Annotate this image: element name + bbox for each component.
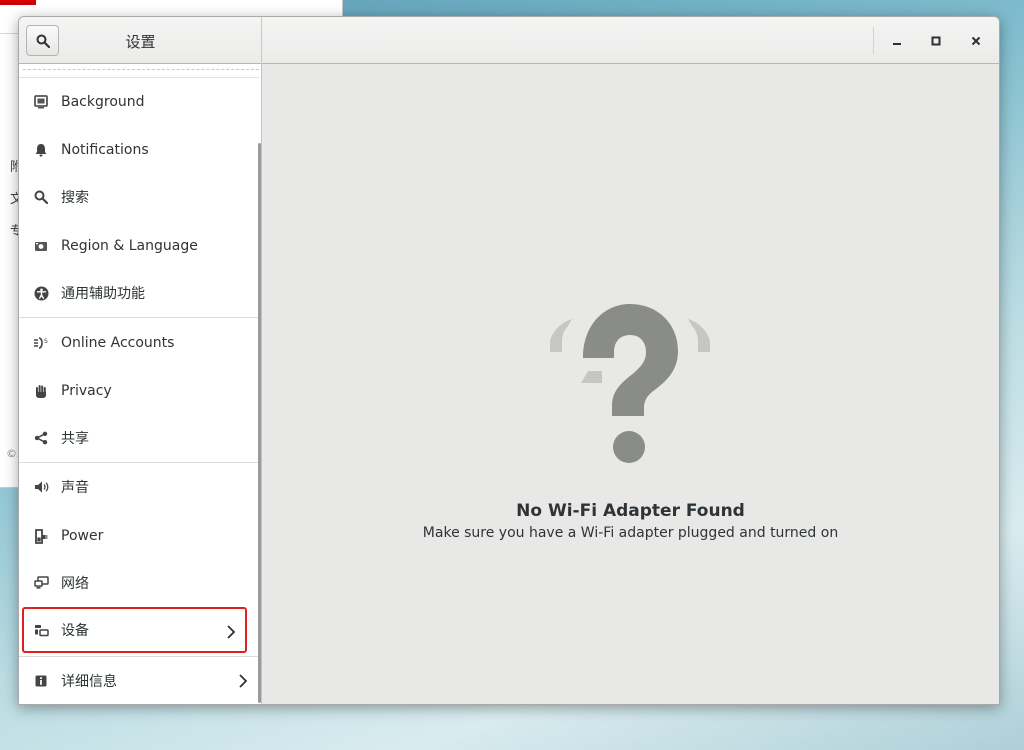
header-separator: [873, 27, 874, 54]
sidebar-item-label: Power: [61, 528, 104, 544]
minimize-icon: [893, 43, 901, 45]
chevron-right-icon: [227, 625, 236, 639]
speaker-icon: [33, 479, 49, 495]
window-title: 设置: [125, 33, 156, 51]
sidebar-item-label: 共享: [61, 431, 89, 447]
main-content: No Wi-Fi Adapter Found Make sure you hav…: [262, 64, 999, 704]
empty-state-title: No Wi-Fi Adapter Found: [516, 501, 745, 521]
network-icon: [33, 575, 49, 591]
header-bar: 设置: [19, 17, 999, 64]
sidebar-item-background[interactable]: Background: [19, 79, 257, 125]
sidebar-divider: [19, 462, 259, 463]
devices-icon: [33, 622, 49, 638]
sidebar-item-label: 详细信息: [61, 674, 117, 690]
share-icon: [33, 430, 49, 446]
sidebar-item-label: 声音: [61, 480, 89, 496]
sidebar-item-power[interactable]: Power: [19, 513, 257, 559]
sidebar-item-label: Background: [61, 94, 145, 110]
sidebar-item-online-accounts[interactable]: S Online Accounts: [19, 320, 257, 366]
sidebar-item-sharing[interactable]: 共享: [19, 415, 257, 461]
background-icon: [33, 94, 49, 110]
bell-icon: [33, 142, 49, 158]
sidebar-item-label: 通用辅助功能: [61, 286, 145, 302]
sidebar-item-search[interactable]: 搜索: [19, 174, 257, 220]
sidebar-scroll-edge: [23, 69, 259, 70]
empty-state-subtitle: Make sure you have a Wi-Fi adapter plugg…: [422, 525, 839, 541]
header-sidebar-section: 设置: [19, 17, 262, 64]
search-icon: [33, 189, 49, 205]
svg-text:S: S: [44, 338, 48, 345]
sidebar: Background Notifications 搜索 Region & Lan…: [19, 64, 262, 704]
question-mark-icon: [550, 304, 710, 463]
maximize-icon: [931, 36, 941, 46]
sidebar-item-label: Privacy: [61, 383, 112, 399]
sidebar-scrollbar[interactable]: [258, 143, 261, 703]
settings-window: 设置 Background Notifications 搜索 Region & …: [18, 16, 1000, 705]
sidebar-item-notifications[interactable]: Notifications: [19, 127, 257, 173]
sidebar-item-label: 搜索: [61, 190, 89, 206]
minimize-button[interactable]: [883, 28, 911, 54]
sidebar-item-label: Region & Language: [61, 238, 198, 254]
sidebar-item-label: 设备: [61, 623, 89, 639]
sidebar-item-label: Online Accounts: [61, 335, 175, 351]
accessibility-icon: [33, 285, 49, 301]
background-window-logo: [0, 0, 36, 5]
online-accounts-icon: S: [33, 335, 49, 351]
close-button[interactable]: [962, 28, 990, 54]
sidebar-item-privacy[interactable]: Privacy: [19, 368, 257, 414]
sidebar-divider: [19, 656, 259, 657]
hand-icon: [33, 383, 49, 399]
chevron-right-icon: [239, 674, 248, 688]
power-icon: [33, 528, 49, 544]
sidebar-divider: [19, 317, 259, 318]
info-icon: [33, 673, 49, 689]
sidebar-item-label: Notifications: [61, 142, 149, 158]
sidebar-item-label: 网络: [61, 576, 89, 592]
sidebar-item-devices[interactable]: 设备: [22, 607, 247, 653]
sidebar-item-accessibility[interactable]: 通用辅助功能: [19, 270, 257, 316]
sidebar-item-details[interactable]: 详细信息: [19, 658, 257, 704]
close-icon: [971, 36, 981, 46]
maximize-button[interactable]: [922, 28, 950, 54]
sidebar-item-network[interactable]: 网络: [19, 560, 257, 606]
camera-icon: [33, 238, 49, 254]
sidebar-divider: [19, 77, 259, 78]
sidebar-item-region-language[interactable]: Region & Language: [19, 223, 257, 269]
sidebar-item-sound[interactable]: 声音: [19, 464, 257, 510]
